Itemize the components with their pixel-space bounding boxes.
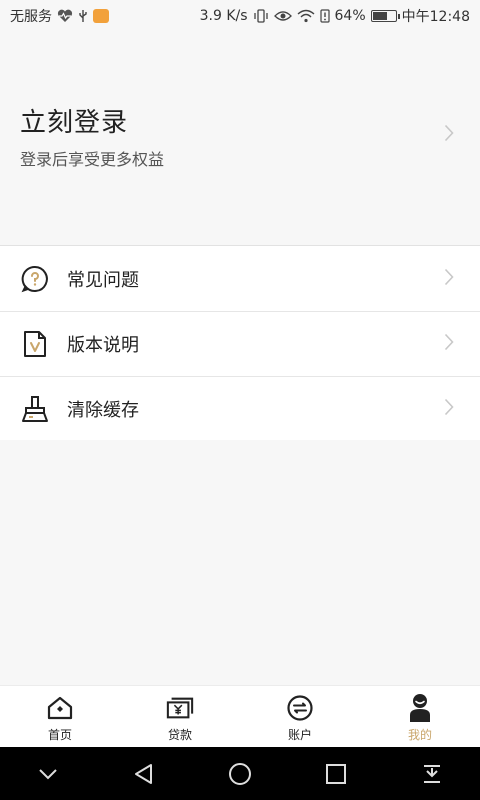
recents-square-icon[interactable]	[316, 754, 356, 794]
tab-loan[interactable]: 贷款	[120, 686, 240, 747]
back-triangle-icon[interactable]	[124, 754, 164, 794]
menu-item-faq[interactable]: 常见问题	[0, 246, 480, 311]
tab-label-loan: 贷款	[167, 728, 192, 742]
wifi-icon	[297, 9, 315, 23]
broom-icon	[20, 394, 50, 424]
battery-percent: 64%	[334, 8, 366, 24]
version-doc-icon	[20, 329, 50, 359]
chevron-right-icon	[444, 124, 454, 146]
tab-label-home: 首页	[47, 728, 72, 742]
login-title: 立刻登录	[20, 108, 129, 138]
bottom-tab-bar: 首页 贷款 账户 我的	[0, 685, 480, 747]
profile-icon	[406, 694, 434, 722]
clock-time: 中午12:48	[401, 9, 470, 25]
menu-label-clear-cache: 清除缓存	[67, 399, 139, 421]
app-notification-icon	[93, 9, 109, 23]
status-bar: 无服务 3.9 K/s 64% 中午12:48	[0, 0, 480, 32]
network-speed: 3.9 K/s	[199, 8, 248, 24]
settings-menu: 常见问题 版本说明 清除缓存	[0, 245, 480, 440]
carrier-text: 无服务	[10, 9, 52, 25]
tab-profile[interactable]: 我的	[360, 686, 480, 747]
home-circle-icon[interactable]	[220, 754, 260, 794]
usb-icon	[78, 9, 88, 23]
eye-comfort-icon	[273, 10, 292, 22]
system-navigation-bar	[0, 747, 480, 800]
sim-alert-icon	[319, 9, 330, 23]
chevron-right-icon	[444, 398, 454, 420]
heart-rate-icon	[57, 9, 73, 23]
menu-label-version: 版本说明	[67, 334, 139, 356]
tab-label-account: 账户	[287, 728, 312, 742]
chevron-right-icon	[444, 268, 454, 290]
tab-account[interactable]: 账户	[240, 686, 360, 747]
chevron-right-icon	[444, 333, 454, 355]
hide-nav-chevron-icon[interactable]	[28, 754, 68, 794]
status-left: 无服务	[10, 6, 109, 26]
loan-icon	[166, 694, 194, 722]
battery-icon	[370, 10, 400, 22]
tab-home[interactable]: 首页	[0, 686, 120, 747]
question-bubble-icon	[20, 264, 50, 294]
tab-label-profile: 我的	[407, 728, 432, 742]
login-card[interactable]: 立刻登录 登录后享受更多权益	[0, 32, 480, 245]
status-right: 3.9 K/s 64% 中午12:48	[200, 6, 470, 26]
battery-fill	[372, 12, 387, 20]
menu-item-version[interactable]: 版本说明	[0, 311, 480, 376]
menu-label-faq: 常见问题	[67, 269, 139, 291]
vibrate-icon	[253, 9, 269, 23]
account-icon	[286, 694, 314, 722]
login-subtitle: 登录后享受更多权益	[20, 150, 165, 169]
menu-item-clear-cache[interactable]: 清除缓存	[0, 376, 480, 441]
home-icon	[46, 694, 74, 722]
notification-pull-icon[interactable]	[412, 754, 452, 794]
